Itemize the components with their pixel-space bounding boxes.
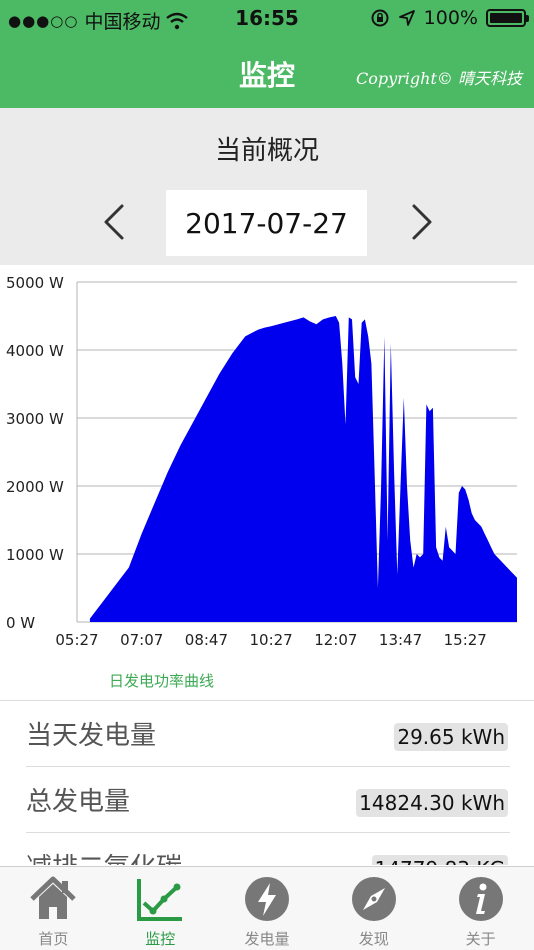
rotation-lock-icon [371, 9, 389, 27]
info-icon [458, 877, 503, 921]
tab-home[interactable]: 首页 [0, 867, 107, 950]
status-right: 100% [370, 7, 529, 29]
nav-bar: 监控 Copyright© 晴天科技 [0, 38, 534, 108]
y-tick-label: 0 W [6, 614, 35, 632]
x-tick-label: 07:07 [120, 631, 163, 649]
metric-label: 当天发电量 [26, 721, 157, 751]
chevron-right-icon[interactable] [400, 202, 440, 242]
metric-value: 29.65 kWh [394, 723, 508, 751]
chart-caption: 日发电功率曲线 [109, 672, 215, 690]
lightning-icon [244, 877, 289, 921]
metric-value: 14824.30 kWh [356, 789, 508, 817]
line-chart-icon [137, 879, 183, 921]
power-area-series [89, 316, 518, 622]
power-chart: 0 W 1000 W 2000 W 3000 W 4000 W 5000 W 05:27 0… [0, 265, 534, 700]
tab-label: 关于 [465, 930, 496, 948]
status-bar: ●●●○○ 中国移动 16:55 100% [0, 0, 534, 38]
x-tick-label: 15:27 [444, 631, 487, 649]
date-selector[interactable]: 2017-07-27 [166, 190, 367, 256]
copyright-label: Copyright© 晴天科技 [356, 69, 522, 88]
y-tick-label: 2000 W [6, 478, 64, 496]
home-icon [30, 876, 77, 919]
x-tick-label: 05:27 [55, 631, 98, 649]
summary-heading: 当前概况 [214, 136, 319, 166]
metric-label: 减排二氧化碳 [26, 847, 182, 865]
battery-icon [486, 9, 529, 27]
metric-row-daily: 当天发电量 29.65 kWh [26, 701, 510, 767]
location-arrow-icon [398, 10, 415, 26]
tab-discover[interactable]: 发现 [320, 867, 427, 950]
summary-panel: 当前概况 2017-07-27 [0, 108, 534, 265]
metric-row-co2: 减排二氧化碳 14779.83 KG [26, 833, 510, 865]
tab-generation[interactable]: 发电量 [214, 867, 321, 950]
y-tick-label: 4000 W [6, 342, 64, 360]
power-chart-svg: 0 W 1000 W 2000 W 3000 W 4000 W 5000 W 05:27 0… [6, 274, 518, 649]
tab-label: 监控 [145, 930, 176, 948]
y-tick-label: 3000 W [6, 410, 64, 428]
chevron-left-icon[interactable] [96, 202, 136, 242]
metric-row-total: 总发电量 14824.30 kWh [26, 767, 510, 833]
x-tick-label: 12:07 [314, 631, 357, 649]
metrics-list: 当天发电量 29.65 kWh 总发电量 14824.30 kWh 减排二氧化碳… [0, 700, 534, 865]
metric-value: 14779.83 KG [371, 855, 508, 865]
tab-label: 发电量 [244, 930, 290, 948]
battery-percent: 100% [423, 7, 478, 29]
x-tick-label: 10:27 [250, 631, 293, 649]
x-tick-label: 13:47 [379, 631, 422, 649]
tab-label: 发现 [358, 930, 389, 948]
tab-bar: 首页 监控 发电量 发现 关于 [0, 866, 534, 950]
x-tick-label: 08:47 [185, 631, 228, 649]
metric-label: 总发电量 [26, 787, 131, 817]
compass-icon [351, 877, 396, 921]
tab-label: 首页 [38, 930, 69, 948]
y-tick-label: 1000 W [6, 546, 64, 564]
tab-monitor[interactable]: 监控 [107, 867, 214, 950]
tab-about[interactable]: 关于 [427, 867, 534, 950]
y-tick-label: 5000 W [6, 274, 64, 292]
